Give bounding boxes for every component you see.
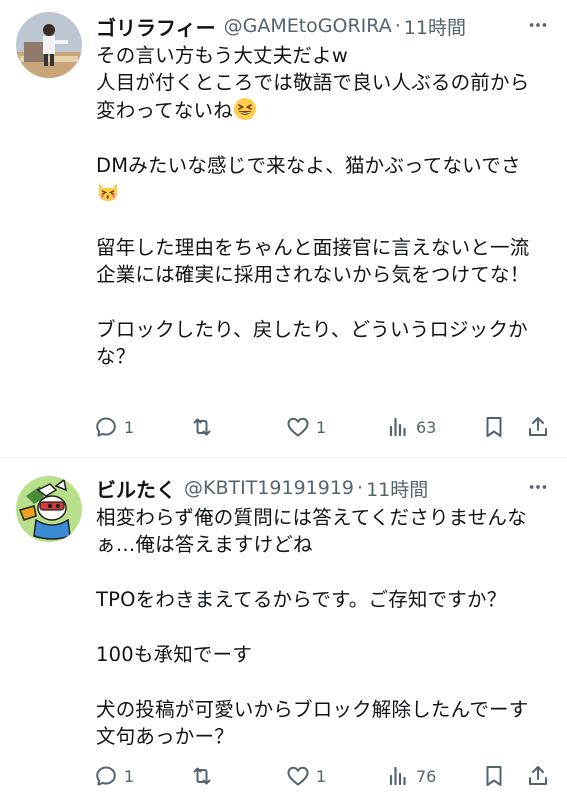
- like-count: 1: [316, 417, 327, 437]
- avatar[interactable]: [16, 12, 82, 78]
- views-icon: [389, 766, 406, 786]
- views-button[interactable]: 63: [386, 413, 436, 441]
- views-button[interactable]: 76: [386, 762, 436, 790]
- separator: ·: [394, 15, 401, 37]
- share-icon: [529, 417, 547, 436]
- tweet-header: ビルたく @KBTIT19191919 · 11時間: [96, 474, 549, 502]
- tweet[interactable]: ビルたく @KBTIT19191919 · 11時間 相変わらず俺の質問には答え…: [0, 458, 567, 800]
- retweet-icon: [193, 418, 211, 436]
- timestamp[interactable]: 11時間: [366, 475, 428, 502]
- user-handle[interactable]: @GAMEtoGORIRA: [224, 15, 392, 37]
- tweet[interactable]: ゴリラフィー @GAMEtoGORIRA · 11時間 その言い方もう大丈夫だよ…: [0, 0, 567, 457]
- like-count: 1: [316, 766, 327, 786]
- reply-icon: [96, 766, 116, 786]
- tweet-text: 相変わらず俺の質問には答えてくださりませんなぁ…俺は答えますけどね TPOをわき…: [96, 506, 529, 749]
- retweet-icon: [193, 767, 211, 785]
- kissing-cat-face-icon: [99, 183, 117, 202]
- action-bar: 1 1 76: [94, 762, 549, 790]
- retweet-button[interactable]: [190, 762, 220, 790]
- bookmark-icon: [486, 766, 502, 786]
- separator: ·: [357, 477, 364, 499]
- views-count: 76: [416, 766, 437, 786]
- action-bar: 1 1 63: [94, 413, 549, 441]
- grinning-squinting-face-icon: [233, 97, 256, 120]
- display-name[interactable]: ビルたく: [96, 474, 176, 503]
- more-options-icon[interactable]: [527, 476, 549, 503]
- heart-icon: [287, 417, 309, 437]
- display-name[interactable]: ゴリラフィー: [96, 12, 216, 41]
- tweet-text-part: DMみたいな感じで来なよ、猫かぶってないでさ: [96, 153, 521, 177]
- share-button[interactable]: [526, 762, 550, 790]
- bookmark-button[interactable]: [482, 762, 506, 790]
- views-icon: [389, 417, 406, 437]
- like-button[interactable]: 1: [286, 413, 326, 441]
- user-handle[interactable]: @KBTIT19191919: [184, 477, 354, 499]
- reply-button[interactable]: 1: [94, 762, 134, 790]
- views-count: 63: [416, 417, 437, 437]
- tweet-header: ゴリラフィー @GAMEtoGORIRA · 11時間: [96, 12, 549, 40]
- reply-icon: [96, 417, 116, 437]
- reply-count: 1: [124, 417, 135, 437]
- share-button[interactable]: [526, 413, 550, 441]
- tweet-text: その言い方もう大丈夫だよw 人目が付くところでは敬語で良い人ぶるの前から変わって…: [96, 42, 543, 371]
- timestamp[interactable]: 11時間: [404, 13, 466, 40]
- reply-button[interactable]: 1: [94, 413, 134, 441]
- heart-icon: [287, 766, 309, 786]
- tweet-text-part: 留年した理由をちゃんと面接官に言えないと一流企業には確実に採用されないから気をつ…: [96, 235, 530, 369]
- reply-count: 1: [124, 766, 135, 786]
- avatar[interactable]: [16, 476, 82, 542]
- bookmark-icon: [486, 417, 502, 437]
- more-options-icon[interactable]: [527, 14, 549, 41]
- like-button[interactable]: 1: [286, 762, 326, 790]
- tweet-text-part: その言い方もう大丈夫だよw 人目が付くところでは敬語で良い人ぶるの前から変わって…: [96, 44, 530, 122]
- retweet-button[interactable]: [190, 413, 220, 441]
- bookmark-button[interactable]: [482, 413, 506, 441]
- share-icon: [529, 766, 547, 785]
